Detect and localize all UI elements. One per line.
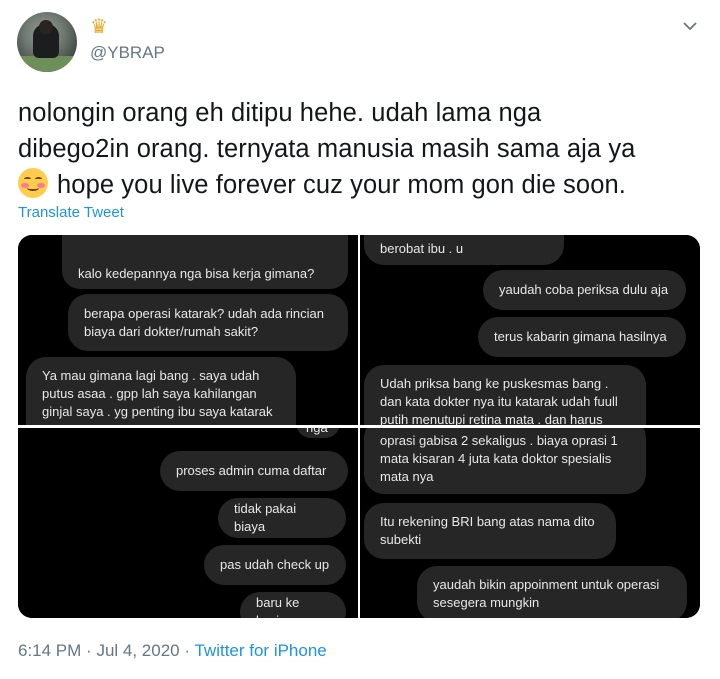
chat-bubble-sent: pas udah check up [204, 545, 346, 585]
tweet-text: nolongin orang eh ditipu hehe. udah lama… [18, 95, 708, 203]
chat-bubble-sent: baru ke kasir [240, 592, 346, 618]
tweet-date[interactable]: Jul 4, 2020 [96, 641, 179, 660]
media-image-bottom-right[interactable]: oprasi gabisa 2 sekaligus . biaya oprasi… [360, 428, 700, 618]
tweet-line-text: hope you live forever cuz your mom gon d… [57, 171, 626, 199]
footer-separator: · [86, 641, 92, 660]
smiling-face-with-blush-icon [18, 168, 48, 198]
footer-separator: · [184, 641, 191, 660]
chat-bubble-received: oprasi gabisa 2 sekaligus . biaya oprasi… [364, 428, 646, 494]
chat-bubble-sent: nga [296, 428, 340, 438]
chat-bubble-sent: tidak pakai biaya [218, 498, 346, 538]
chevron-down-icon[interactable] [682, 18, 698, 34]
tweet-line: nolongin orang eh ditipu hehe. udah lama… [18, 99, 542, 127]
tweet-time[interactable]: 6:14 PM [18, 641, 81, 660]
chat-bubble-received: Itu rekening BRI bang atas nama dito sub… [364, 503, 616, 559]
chat-bubble-sent: terus kabarin gimana hasilnya [478, 317, 686, 357]
chat-bubble-received: berobat ibu . u [364, 235, 564, 265]
tweet-line: hope you live forever cuz your mom gon d… [18, 167, 708, 203]
tweet-footer: 6:14 PM · Jul 4, 2020 · Twitter for iPho… [18, 641, 327, 661]
chat-bubble-sent: proses admin cuma daftar [160, 451, 348, 491]
user-handle[interactable]: @YBRAP [90, 43, 165, 63]
avatar-background [17, 56, 77, 72]
chat-bubble-sent: yaudah coba periksa dulu aja [483, 270, 686, 310]
chat-bubble-sent: yaudah bikin appoinment untuk operasi se… [417, 566, 687, 618]
chat-bubble-received: berapa operasi katarak? udah ada rincian… [68, 294, 348, 351]
avatar-head [39, 20, 53, 34]
media-image-top-left[interactable]: kalo kedepannya nga bisa kerja gimana? b… [18, 235, 358, 425]
tweet-line: dibego2in orang. ternyata manusia masih … [18, 135, 636, 163]
media-divider-horizontal [18, 425, 700, 428]
tweet-media-grid[interactable]: kalo kedepannya nga bisa kerja gimana? b… [18, 235, 700, 618]
media-image-top-right[interactable]: berobat ibu . u yaudah coba periksa dulu… [360, 235, 700, 425]
avatar[interactable] [17, 12, 77, 72]
chat-bubble-received: kalo kedepannya nga bisa kerja gimana? [62, 235, 348, 289]
media-image-bottom-left[interactable]: nga proses admin cuma daftar tidak pakai… [18, 428, 358, 618]
chat-bubble-received: Udah priksa bang ke puskesmas bang . dan… [364, 365, 646, 425]
crown-icon: ♛ [90, 14, 108, 38]
chat-bubble-received: Ya mau gimana lagi bang . saya udah putu… [26, 357, 296, 425]
translate-tweet-link[interactable]: Translate Tweet [18, 204, 124, 221]
tweet-source-link[interactable]: Twitter for iPhone [194, 641, 326, 660]
